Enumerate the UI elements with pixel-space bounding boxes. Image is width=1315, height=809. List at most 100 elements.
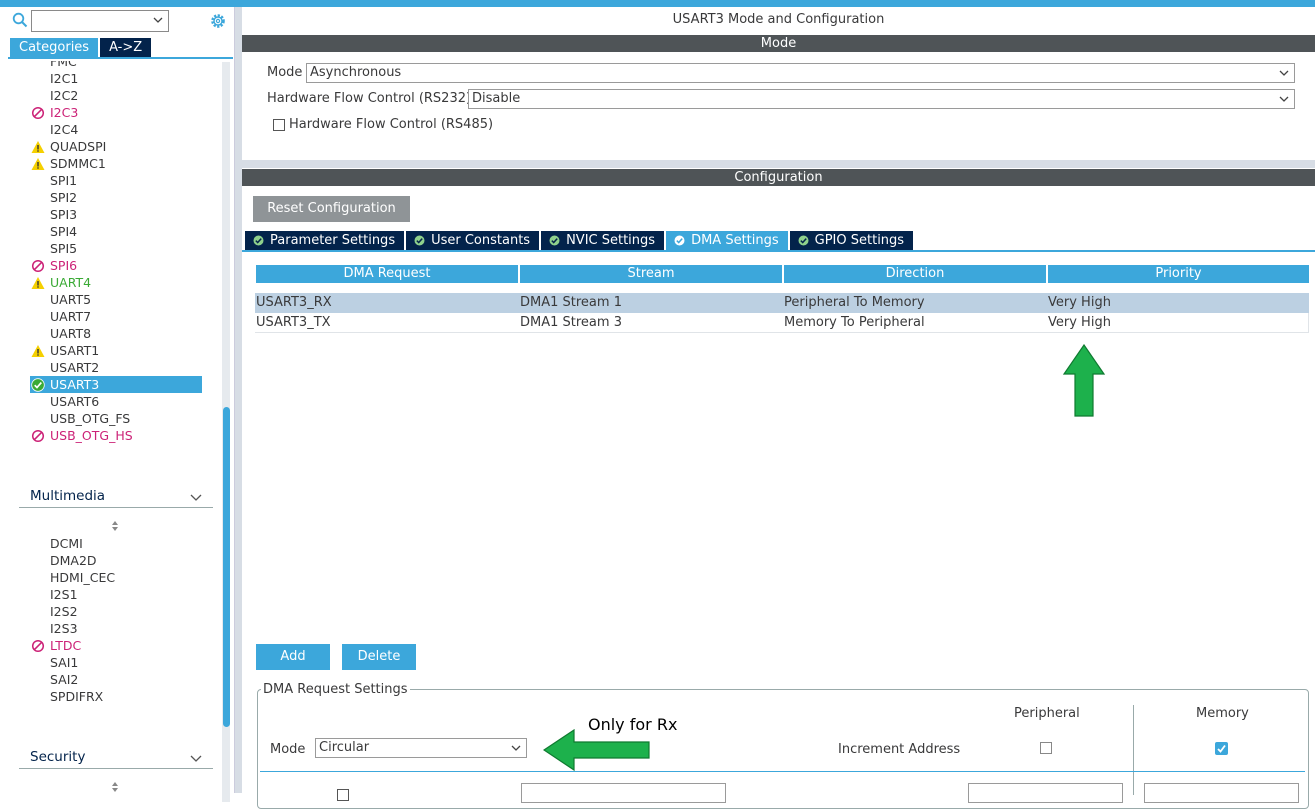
sidebar-item-dcmi[interactable]: DCMI xyxy=(30,535,205,552)
tab-label: Parameter Settings xyxy=(270,233,396,248)
sidebar-item-usart6[interactable]: USART6 xyxy=(30,393,205,410)
tab-a-to-z[interactable]: A->Z xyxy=(100,38,152,57)
sidebar-item-spdifrx[interactable]: SPDIFRX xyxy=(30,688,205,705)
column-header-stream[interactable]: Stream xyxy=(520,265,782,283)
peripheral-increment-checkbox[interactable] xyxy=(1040,742,1052,754)
dma-mode-select[interactable]: Circular xyxy=(315,738,527,758)
scrollbar-thumb[interactable] xyxy=(223,407,230,727)
sidebar-item-usart2[interactable]: USART2 xyxy=(30,359,205,376)
tab-label: NVIC Settings xyxy=(566,233,656,248)
hwfc232-label: Hardware Flow Control (RS232) xyxy=(267,91,472,106)
column-header-direction[interactable]: Direction xyxy=(784,265,1046,283)
sidebar-item-label: LTDC xyxy=(50,638,82,653)
search-input[interactable] xyxy=(31,10,169,32)
sidebar-item-quadspi[interactable]: QUADSPI xyxy=(30,138,205,155)
tab-label: User Constants xyxy=(431,233,531,248)
error-icon xyxy=(31,259,45,273)
sidebar-item-label: DMA2D xyxy=(50,553,97,568)
chevron-down-icon xyxy=(190,755,202,762)
sidebar-item-usb_otg_hs[interactable]: USB_OTG_HS xyxy=(30,427,205,444)
sidebar-item-label: SPI4 xyxy=(50,224,78,239)
add-button[interactable]: Add xyxy=(256,644,330,670)
tab-user-constants[interactable]: User Constants xyxy=(406,231,540,250)
tab-gpio-settings[interactable]: GPIO Settings xyxy=(789,231,914,250)
sidebar-item-label: USART1 xyxy=(50,343,100,358)
sidebar-item-spi2[interactable]: SPI2 xyxy=(30,189,205,206)
tab-label: GPIO Settings xyxy=(814,233,905,248)
sidebar-item-label: SDMMC1 xyxy=(50,156,106,171)
sidebar-item-sdmmc1[interactable]: SDMMC1 xyxy=(30,155,205,172)
hwfc232-select[interactable]: Disable xyxy=(468,89,1295,109)
use-fifo-checkbox[interactable] xyxy=(337,789,349,801)
sidebar-item-spi3[interactable]: SPI3 xyxy=(30,206,205,223)
tab-categories[interactable]: Categories xyxy=(10,38,99,57)
warning-icon xyxy=(31,277,45,289)
sidebar-item-i2s3[interactable]: I2S3 xyxy=(30,620,205,637)
sidebar-item-uart7[interactable]: UART7 xyxy=(30,308,205,325)
search-icon[interactable] xyxy=(12,12,28,28)
top-accent-bar xyxy=(0,0,1315,7)
sidebar-item-hdmi_cec[interactable]: HDMI_CEC xyxy=(30,569,205,586)
dma-request-settings-legend: DMA Request Settings xyxy=(261,682,410,697)
sort-icon[interactable] xyxy=(110,781,120,793)
table-row[interactable]: USART3_TX DMA1 Stream 3 Memory To Periph… xyxy=(255,313,1309,333)
column-header-priority[interactable]: Priority xyxy=(1048,265,1309,283)
sidebar-item-usb_otg_fs[interactable]: USB_OTG_FS xyxy=(30,410,205,427)
sidebar-item-label: UART7 xyxy=(50,309,92,324)
sidebar-item-uart8[interactable]: UART8 xyxy=(30,325,205,342)
table-row[interactable]: USART3_RX DMA1 Stream 1 Peripheral To Me… xyxy=(255,293,1309,313)
sidebar-item-spi5[interactable]: SPI5 xyxy=(30,240,205,257)
sidebar-item-sai2[interactable]: SAI2 xyxy=(30,671,205,688)
hwfc232-select-value: Disable xyxy=(472,91,521,106)
configuration-header: Configuration xyxy=(242,169,1315,186)
chevron-down-icon xyxy=(1279,96,1289,102)
sidebar-item-usart1[interactable]: USART1 xyxy=(30,342,205,359)
threshold-select[interactable] xyxy=(521,783,726,803)
gear-icon[interactable] xyxy=(209,12,227,30)
section-divider xyxy=(242,160,1315,168)
sidebar-item-spi1[interactable]: SPI1 xyxy=(30,172,205,189)
multimedia-list: DCMI DMA2D HDMI_CEC I2S1 I2S2 I2S3 LTDC SAI1 SAI… xyxy=(30,535,205,705)
section-multimedia[interactable]: Multimedia xyxy=(19,486,213,508)
column-header-dma-request[interactable]: DMA Request xyxy=(256,265,518,283)
check-circle-icon xyxy=(798,235,809,246)
memory-data-width-select[interactable] xyxy=(1144,783,1299,803)
chevron-down-icon xyxy=(190,494,202,501)
sidebar-item-usart3[interactable]: USART3 xyxy=(30,376,202,393)
mode-label: Mode xyxy=(267,65,303,80)
peripheral-data-width-select[interactable] xyxy=(968,783,1123,803)
panel-splitter[interactable] xyxy=(235,7,242,793)
sidebar-item-i2c1[interactable]: I2C1 xyxy=(30,70,205,87)
memory-increment-checkbox[interactable] xyxy=(1215,742,1228,755)
sidebar-item-uart4[interactable]: UART4 xyxy=(30,274,205,291)
section-title: Multimedia xyxy=(30,488,106,504)
chevron-down-icon xyxy=(1279,70,1289,76)
sidebar-item-i2c3[interactable]: I2C3 xyxy=(30,104,205,121)
sidebar-item-i2c4[interactable]: I2C4 xyxy=(30,121,205,138)
hwfc485-checkbox[interactable] xyxy=(273,119,285,131)
tab-dma-settings[interactable]: DMA Settings xyxy=(666,231,788,250)
sidebar-item-i2c2[interactable]: I2C2 xyxy=(30,87,205,104)
sidebar-item-spi6[interactable]: SPI6 xyxy=(30,257,205,274)
peripheral-header: Peripheral xyxy=(1014,706,1080,721)
section-security[interactable]: Security xyxy=(19,747,213,769)
tabs-underline xyxy=(242,250,1315,252)
chevron-down-icon xyxy=(511,745,521,751)
sort-icon[interactable] xyxy=(110,520,120,532)
delete-button[interactable]: Delete xyxy=(342,644,416,670)
warning-icon xyxy=(31,141,45,153)
reset-configuration-button[interactable]: Reset Configuration xyxy=(253,196,410,222)
up-arrow-annotation-icon xyxy=(1062,344,1106,417)
tab-parameter-settings[interactable]: Parameter Settings xyxy=(245,231,405,250)
tab-nvic-settings[interactable]: NVIC Settings xyxy=(541,231,665,250)
memory-header: Memory xyxy=(1196,706,1249,721)
sidebar-item-dma2d[interactable]: DMA2D xyxy=(30,552,205,569)
sidebar-item-sai1[interactable]: SAI1 xyxy=(30,654,205,671)
sidebar-item-i2s1[interactable]: I2S1 xyxy=(30,586,205,603)
sidebar-item-i2s2[interactable]: I2S2 xyxy=(30,603,205,620)
mode-select[interactable]: Asynchronous xyxy=(306,63,1295,83)
sidebar-item-spi4[interactable]: SPI4 xyxy=(30,223,205,240)
sidebar-item-uart5[interactable]: UART5 xyxy=(30,291,205,308)
sidebar-item-ltdc[interactable]: LTDC xyxy=(30,637,205,654)
check-circle-icon xyxy=(253,235,264,246)
